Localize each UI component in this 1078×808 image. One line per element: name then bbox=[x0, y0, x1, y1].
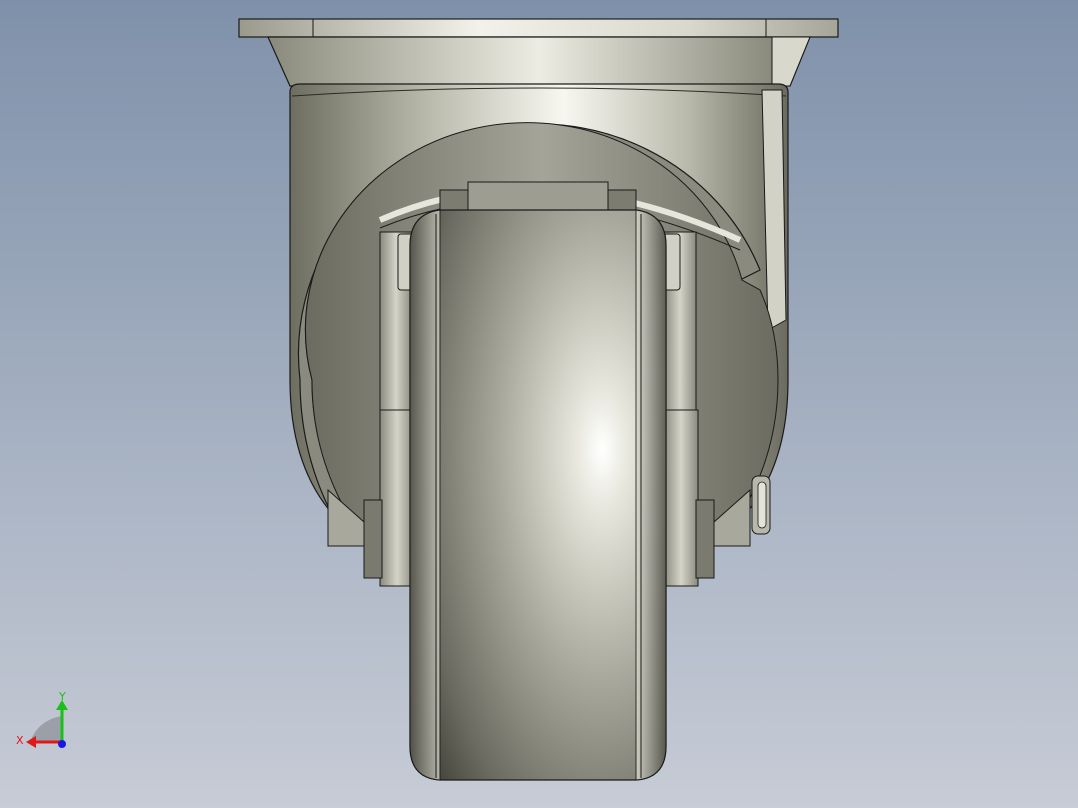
wheel[interactable] bbox=[409, 209, 667, 781]
swivel-neck[interactable] bbox=[267, 36, 811, 87]
mounting-plate[interactable] bbox=[238, 18, 839, 38]
lock-pin[interactable] bbox=[751, 475, 771, 535]
caster-model-view[interactable]: Y X bbox=[0, 0, 1078, 808]
cad-viewport[interactable]: Y X bbox=[0, 0, 1078, 808]
triad-y-label: Y bbox=[58, 690, 66, 703]
triad-z-axis bbox=[58, 740, 66, 748]
triad-x-label: X bbox=[16, 734, 24, 747]
